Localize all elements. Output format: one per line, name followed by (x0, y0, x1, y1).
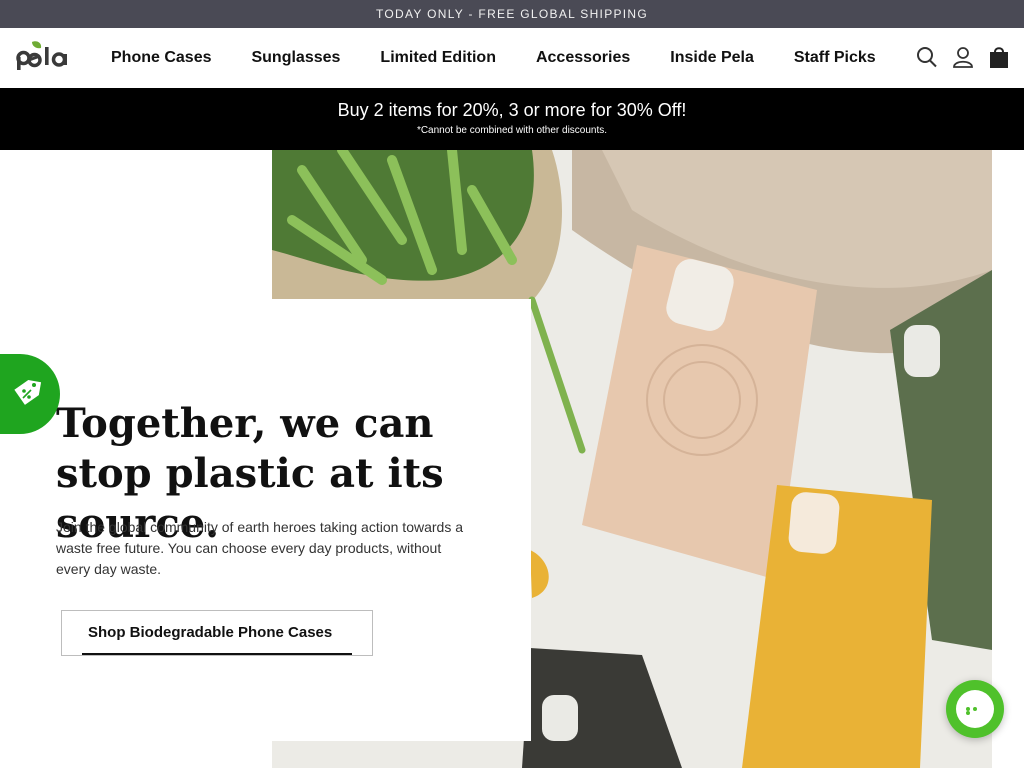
nav-sunglasses[interactable]: Sunglasses (251, 49, 340, 67)
hero-card: Together, we can stop plastic at its sou… (0, 299, 531, 741)
site-header: Phone Cases Sunglasses Limited Edition A… (0, 28, 1024, 88)
hero-description: Join the global community of earth heroe… (56, 519, 464, 577)
nav-limited-edition[interactable]: Limited Edition (380, 49, 496, 67)
nav-accessories[interactable]: Accessories (536, 49, 630, 67)
cta-underline (82, 653, 352, 655)
chat-icon (956, 690, 994, 728)
header-icons (916, 45, 1010, 69)
announcement-text: TODAY ONLY - FREE GLOBAL SHIPPING (375, 7, 649, 21)
search-icon[interactable] (916, 45, 938, 69)
promo-note: *Cannot be combined with other discounts… (416, 125, 608, 136)
nav-inside-pela[interactable]: Inside Pela (670, 49, 754, 67)
discount-tag-icon (14, 380, 42, 405)
account-icon[interactable] (952, 45, 974, 69)
promo-headline: Buy 2 items for 20%, 3 or more for 30% O… (337, 100, 687, 120)
nav-staff-picks[interactable]: Staff Picks (794, 49, 876, 67)
shop-phone-cases-button[interactable]: Shop Biodegradable Phone Cases (61, 610, 373, 656)
main-nav: Phone Cases Sunglasses Limited Edition A… (111, 28, 916, 88)
announcement-bar: TODAY ONLY - FREE GLOBAL SHIPPING (0, 0, 1024, 28)
promo-banner[interactable]: Buy 2 items for 20%, 3 or more for 30% O… (0, 88, 1024, 150)
nav-phone-cases[interactable]: Phone Cases (111, 49, 211, 67)
pela-logo[interactable] (16, 40, 72, 72)
cart-icon[interactable] (988, 45, 1010, 69)
chat-button[interactable] (946, 680, 1004, 738)
cta-label: Shop Biodegradable Phone Cases (88, 624, 333, 641)
